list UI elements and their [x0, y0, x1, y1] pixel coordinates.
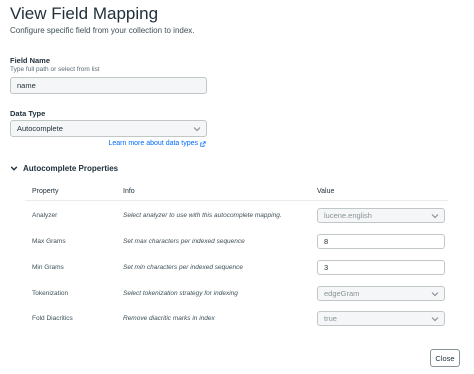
chevron-down-icon [10, 166, 18, 171]
chevron-down-icon [431, 291, 439, 296]
page-subtitle: Configure specific field from your colle… [10, 26, 195, 35]
property-name: Tokenization [32, 290, 69, 297]
external-link-icon [200, 140, 206, 147]
field-name-value: name [17, 81, 36, 90]
property-info: Remove diacritic marks in index [123, 315, 215, 322]
property-name: Fold Diacritics [32, 315, 73, 322]
learn-more-label: Learn more about data types [108, 140, 198, 147]
field-name-input[interactable]: name [10, 77, 207, 94]
tokenization-select[interactable]: edgeGram [317, 286, 445, 301]
data-type-value: Autocomplete [17, 124, 63, 133]
data-type-select[interactable]: Autocomplete [10, 120, 207, 137]
property-name: Analyzer [32, 212, 58, 219]
section-title: Autocomplete Properties [23, 164, 119, 173]
tokenization-value: edgeGram [324, 289, 360, 298]
chevron-down-icon [431, 213, 439, 218]
fold-diacritics-value: true [324, 314, 337, 323]
max-grams-value: 8 [324, 237, 329, 246]
chevron-down-icon [431, 316, 439, 321]
property-name: Max Grams [32, 238, 66, 245]
table-header-divider [25, 200, 448, 201]
field-name-label: Field Name [10, 56, 51, 65]
analyzer-value: lucene.english [324, 211, 372, 220]
min-grams-input[interactable]: 3 [317, 260, 445, 275]
property-name: Min Grams [32, 264, 64, 271]
fold-diacritics-select[interactable]: true [317, 311, 445, 326]
column-header-info: Info [123, 188, 135, 195]
max-grams-input[interactable]: 8 [317, 234, 445, 249]
property-info: Set max characters per indexed sequence [123, 238, 245, 245]
property-info: Set min characters per indexed sequence [123, 264, 243, 271]
column-header-property: Property [32, 188, 59, 195]
chevron-down-icon [193, 126, 201, 131]
close-button[interactable]: Close [430, 349, 460, 367]
autocomplete-properties-toggle[interactable]: Autocomplete Properties [10, 164, 118, 173]
property-info: Select analyzer to use with this autocom… [123, 212, 282, 219]
page-title: View Field Mapping [10, 4, 159, 23]
property-info: Select tokenization strategy for indexin… [123, 290, 238, 297]
field-name-hint: Type full path or select from list [10, 66, 100, 73]
column-header-value: Value [317, 188, 335, 195]
analyzer-select[interactable]: lucene.english [317, 208, 445, 223]
data-type-label: Data Type [10, 109, 46, 118]
min-grams-value: 3 [324, 263, 329, 272]
learn-more-link[interactable]: Learn more about data types [108, 140, 206, 147]
